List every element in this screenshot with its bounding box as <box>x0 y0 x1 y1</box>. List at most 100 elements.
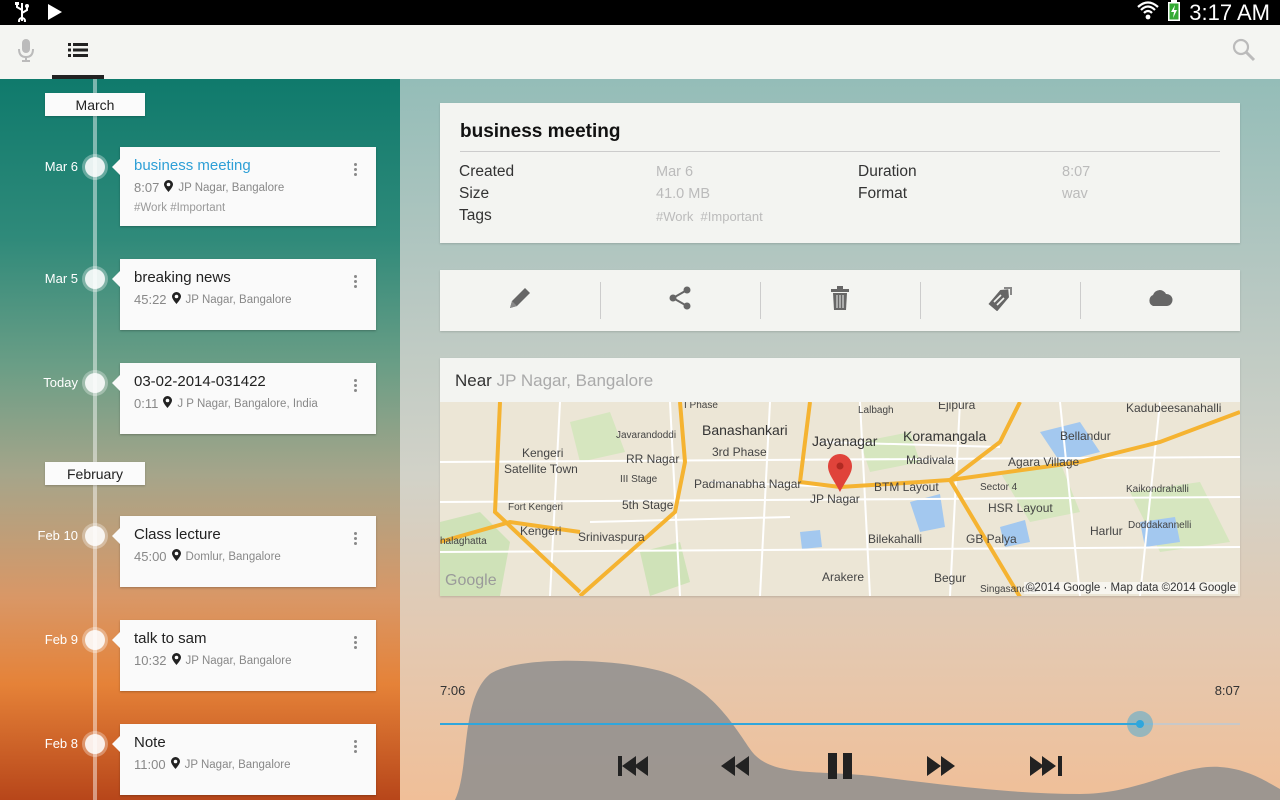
month-header: March <box>45 93 145 116</box>
near-label: Near <box>455 371 492 390</box>
timeline-dot <box>85 630 105 650</box>
recording-location: JP Nagar, Bangalore <box>185 293 292 306</box>
skip-next-button[interactable] <box>1026 753 1066 783</box>
location-pin-icon <box>170 757 180 772</box>
format-value: wav <box>1062 186 1088 202</box>
map-label: Ejipura <box>938 402 976 412</box>
near-heading: Near JP Nagar, Bangalore <box>455 371 653 391</box>
delete-button[interactable] <box>760 270 920 331</box>
map-label: Bellandur <box>1060 429 1111 443</box>
trash-icon <box>831 286 849 315</box>
overflow-menu-icon[interactable] <box>346 379 364 397</box>
size-value: 41.0 MB <box>656 186 710 202</box>
google-logo: Google <box>445 572 497 589</box>
map-label: Kengeri <box>520 524 562 538</box>
recording-item[interactable]: Note 11:00 JP Nagar, Bangalore <box>112 724 376 795</box>
status-bar: 3:17 AM <box>0 0 1280 25</box>
recording-duration: 10:32 <box>134 653 167 668</box>
seek-bar[interactable] <box>440 711 1240 737</box>
overflow-menu-icon[interactable] <box>346 636 364 654</box>
fast-forward-button[interactable] <box>922 753 962 783</box>
recording-meta: 45:22 JP Nagar, Bangalore <box>134 292 291 307</box>
map-label: JP Nagar <box>810 492 860 506</box>
rewind-icon <box>721 755 751 781</box>
recording-location: JP Nagar, Bangalore <box>184 758 291 771</box>
recording-location: JP Nagar, Bangalore <box>185 654 292 667</box>
map-label: Fort Kengeri <box>508 502 564 513</box>
search-icon <box>1232 38 1256 67</box>
fast-forward-icon <box>927 755 957 781</box>
wifi-icon <box>1137 0 1160 25</box>
map-label: Doddakannelli <box>1128 520 1192 531</box>
duration-label: Duration <box>858 163 917 180</box>
map-label: Padmanabha Nagar <box>694 477 802 491</box>
map-label: I Phase <box>684 402 718 411</box>
rewind-button[interactable] <box>716 753 756 783</box>
seek-progress <box>440 723 1140 725</box>
recording-meta: 11:00 JP Nagar, Bangalore <box>134 757 291 772</box>
tab-record[interactable] <box>0 25 52 79</box>
map-copyright: ©2014 Google · Map data ©2014 Google <box>1023 582 1238 594</box>
recording-item[interactable]: 03-02-2014-031422 0:11 J P Nagar, Bangal… <box>112 363 376 434</box>
map-label: 3rd Phase <box>712 445 767 459</box>
map-label: Koramangala <box>903 428 987 444</box>
tab-list[interactable] <box>52 25 104 79</box>
recording-duration: 8:07 <box>134 180 160 195</box>
timeline-dot <box>85 526 105 546</box>
total-time: 8:07 <box>1214 683 1240 698</box>
skip-previous-button[interactable] <box>614 753 654 783</box>
map-label: GB Palya <box>966 532 1017 546</box>
map-label: Kengeri <box>522 446 564 460</box>
cloud-upload-button[interactable] <box>1080 270 1240 331</box>
date-label: Feb 8 <box>44 736 78 751</box>
share-icon <box>668 286 692 315</box>
timeline-dot <box>85 373 105 393</box>
overflow-menu-icon[interactable] <box>346 163 364 181</box>
date-label: Feb 9 <box>44 632 78 647</box>
overflow-menu-icon[interactable] <box>346 740 364 758</box>
month-header: February <box>45 462 145 485</box>
recordings-timeline[interactable]: March February Mar 6 business meeting 8:… <box>0 79 400 800</box>
map-label: Kadubeesanahalli <box>1126 402 1222 415</box>
skip-next-icon <box>1030 755 1062 781</box>
search-button[interactable] <box>1218 25 1270 79</box>
timeline-line <box>93 79 97 800</box>
edit-button[interactable] <box>440 270 600 331</box>
details-card: business meeting Created Mar 6 Size 41.0… <box>440 103 1240 243</box>
recording-title: business meeting <box>134 157 251 174</box>
recording-item[interactable]: breaking news 45:22 JP Nagar, Bangalore <box>112 259 376 330</box>
overflow-menu-icon[interactable] <box>346 532 364 550</box>
map-label: Agara Village <box>1008 455 1080 469</box>
map-label: Satellite Town <box>504 462 578 476</box>
actions-toolbar <box>440 270 1240 331</box>
list-icon <box>68 42 88 62</box>
recording-title: 03-02-2014-031422 <box>134 373 266 390</box>
location-map[interactable]: I Phase Lalbagh Ejipura Kadubeesanahalli… <box>440 402 1240 596</box>
tags-value: #Work #Important <box>656 209 763 224</box>
current-time: 7:06 <box>440 683 466 698</box>
tag-edit-button[interactable] <box>920 270 1080 331</box>
recording-meta: 8:07 JP Nagar, Bangalore <box>134 180 284 195</box>
overflow-menu-icon[interactable] <box>346 275 364 293</box>
seek-thumb[interactable] <box>1126 711 1153 737</box>
recording-title: Class lecture <box>134 526 221 543</box>
recording-item[interactable]: talk to sam 10:32 JP Nagar, Bangalore <box>112 620 376 691</box>
map-label: RR Nagar <box>626 452 680 466</box>
recording-item[interactable]: business meeting 8:07 JP Nagar, Bangalor… <box>112 147 376 226</box>
location-pin-icon <box>171 549 181 564</box>
date-label: Mar 6 <box>44 159 78 174</box>
format-label: Format <box>858 185 908 202</box>
cloud-icon <box>1147 290 1173 311</box>
date-label: Mar 5 <box>44 271 78 286</box>
pause-button[interactable] <box>820 752 860 783</box>
share-button[interactable] <box>600 270 760 331</box>
recording-duration: 45:22 <box>134 292 167 307</box>
map-label: BTM Layout <box>874 480 939 494</box>
map-label: Bilekahalli <box>868 532 923 546</box>
timeline-dot <box>85 157 105 177</box>
recording-item[interactable]: Class lecture 45:00 Domlur, Bangalore <box>112 516 376 587</box>
recording-title: Note <box>134 734 166 751</box>
location-pin-icon <box>163 396 173 411</box>
detail-title: business meeting <box>460 121 621 142</box>
recording-tags: #Work #Important <box>134 202 226 214</box>
